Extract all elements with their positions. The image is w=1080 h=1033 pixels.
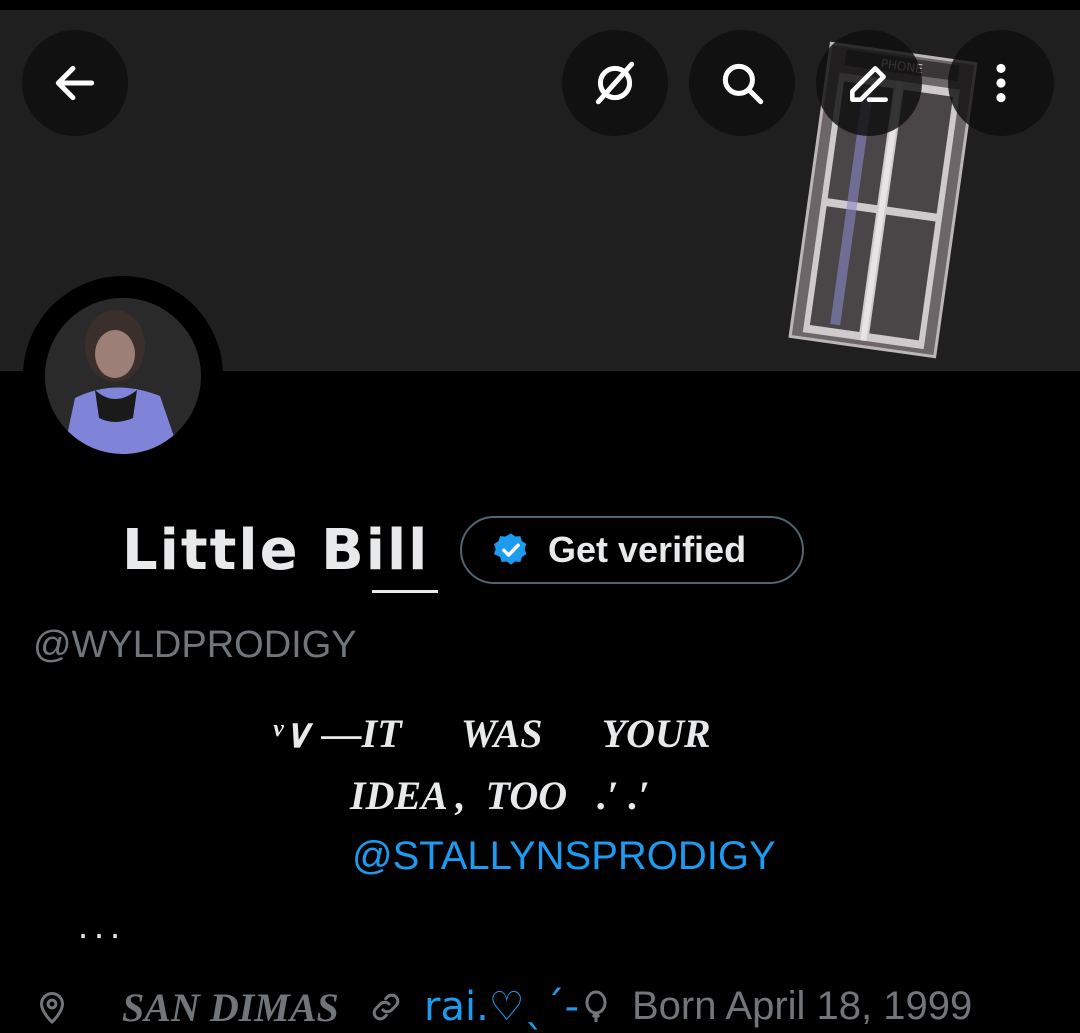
edit-button[interactable] [816, 30, 922, 136]
avatar[interactable] [45, 298, 201, 454]
search-button[interactable] [689, 30, 795, 136]
edit-icon [850, 66, 888, 102]
location-icon [34, 982, 70, 1032]
user-handle: @WYLDPRODIGY [33, 624, 357, 666]
birthday-text: Born April 18, 1999 [632, 984, 973, 1028]
avatar-image [45, 298, 201, 454]
get-verified-button[interactable]: Get verified [460, 516, 804, 584]
bio-line-2: IDEA , TOO .′ .′ [350, 773, 650, 818]
get-verified-label: Get verified [548, 529, 747, 570]
website-link[interactable]: rai.♡ˎˊ- [424, 984, 579, 1030]
search-icon [722, 63, 764, 105]
bio-mention-link[interactable]: @STALLYNSPRODIGY [352, 834, 776, 879]
location-text: SAN DIMAS [122, 985, 339, 1030]
back-button[interactable] [22, 30, 128, 136]
arrow-left-icon [55, 65, 95, 101]
grok-button[interactable] [562, 30, 668, 136]
bio-ellipsis: ... [78, 905, 127, 946]
balloon-icon [578, 982, 614, 1032]
bio-line-1: ᵛ∨ —IT WAS YOUR [272, 711, 711, 756]
top-strip [0, 0, 1080, 10]
more-vertical-icon [996, 63, 1006, 103]
verified-badge-icon [494, 533, 527, 565]
link-icon [368, 982, 404, 1032]
grok-icon [595, 61, 635, 105]
more-button[interactable] [948, 30, 1054, 136]
display-name: Little Bill [122, 518, 430, 583]
name-underline [372, 590, 438, 593]
